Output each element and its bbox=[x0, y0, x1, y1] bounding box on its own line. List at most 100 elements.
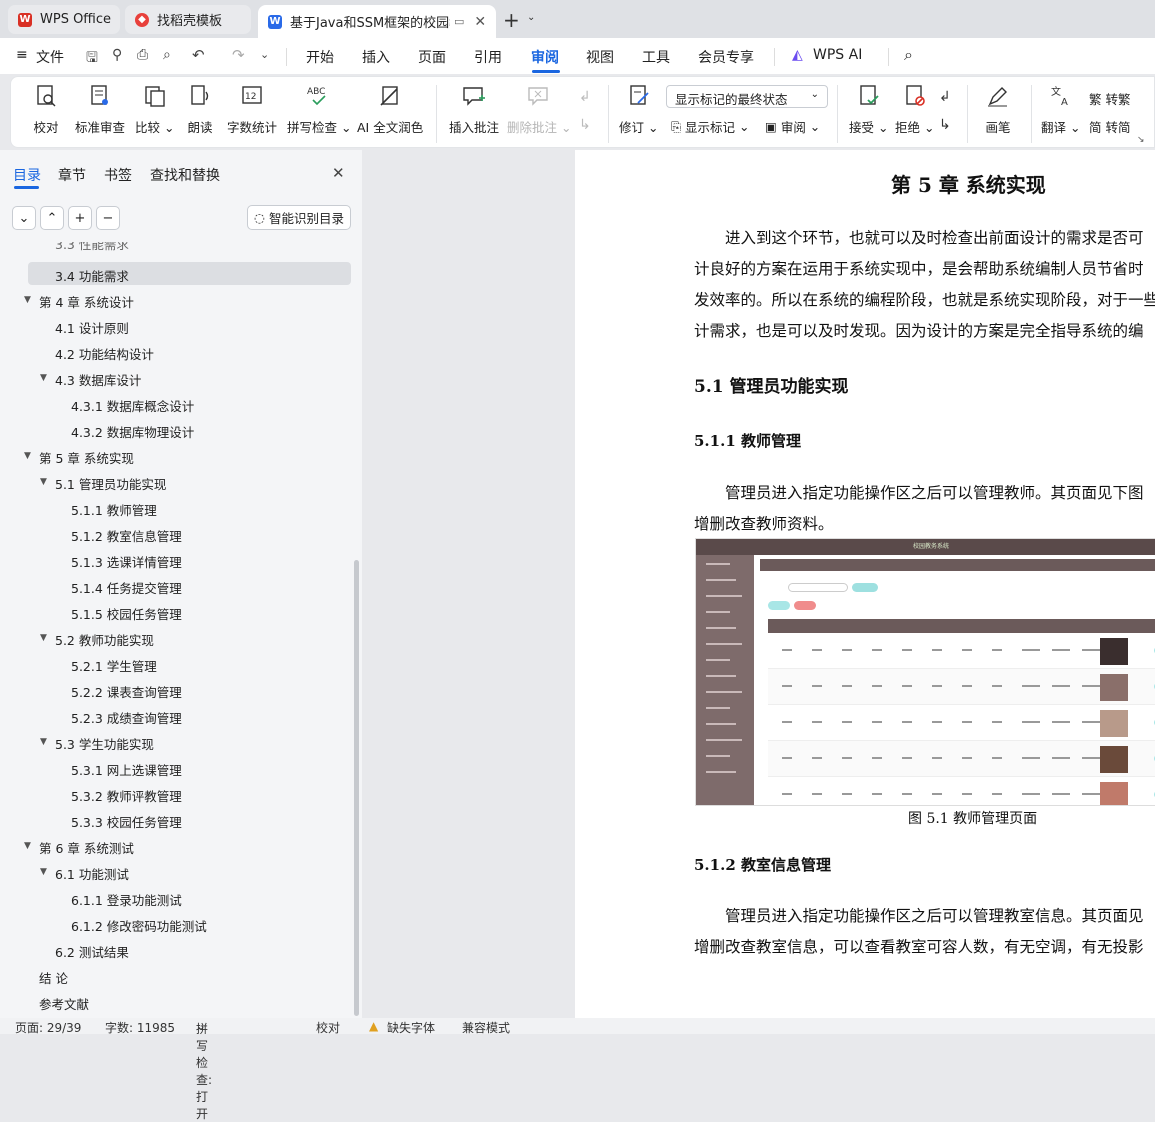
toc-item[interactable]: 6.1 功能测试 bbox=[55, 864, 129, 883]
toc-item[interactable]: 结 论 bbox=[39, 968, 68, 987]
track-changes-button[interactable]: 修订 ⌄ bbox=[619, 83, 658, 136]
collapse-caret-icon[interactable]: ▼ bbox=[24, 841, 31, 851]
remove-heading-button[interactable]: − bbox=[96, 206, 120, 230]
collapse-caret-icon[interactable]: ▼ bbox=[40, 373, 47, 383]
close-panel-icon[interactable]: ✕ bbox=[332, 164, 345, 182]
toc-scrollbar[interactable] bbox=[354, 560, 359, 1016]
proofread-status[interactable]: 校对 bbox=[316, 1019, 340, 1036]
ai-polish-button[interactable]: AI 全文润色 bbox=[357, 83, 423, 136]
next-change-icon[interactable]: ↳ bbox=[939, 117, 951, 133]
toc-item[interactable]: 3.3 性能需求 bbox=[55, 242, 129, 253]
toc-item[interactable]: 5.2.2 课表查询管理 bbox=[71, 682, 182, 701]
toc-item[interactable]: 6.1.2 修改密码功能测试 bbox=[71, 916, 207, 935]
spell-check-button[interactable]: ABC 拼写检查 ⌄ bbox=[287, 83, 351, 136]
toc-item[interactable]: 5.2 教师功能实现 bbox=[55, 630, 154, 649]
reject-button[interactable]: 拒绝 ⌄ bbox=[895, 83, 934, 136]
monitor-icon[interactable]: ▭ bbox=[454, 15, 464, 28]
menu-page[interactable]: 页面 bbox=[418, 47, 446, 67]
collapse-all-button[interactable]: ⌄ bbox=[12, 206, 36, 230]
more-chevron-icon[interactable]: ⌄ bbox=[260, 48, 269, 61]
accept-button[interactable]: 接受 ⌄ bbox=[849, 83, 888, 136]
panel-tab-bookmarks[interactable]: 书签 bbox=[104, 165, 132, 185]
tab-current-document[interactable]: W 基于Java和SSM框架的校园教 ▭ ✕ bbox=[258, 5, 496, 38]
menu-references[interactable]: 引用 bbox=[474, 47, 502, 67]
collapse-caret-icon[interactable]: ▼ bbox=[40, 867, 47, 877]
new-tab-icon[interactable]: + bbox=[503, 8, 520, 32]
panel-tab-find-replace[interactable]: 查找和替换 bbox=[150, 165, 220, 185]
toc-item[interactable]: 5.1.2 教室信息管理 bbox=[71, 526, 182, 545]
toc-item[interactable]: 4.2 功能结构设计 bbox=[55, 344, 154, 363]
missing-font-indicator[interactable]: 缺失字体 bbox=[387, 1019, 435, 1036]
expand-ribbon-icon[interactable]: ↘ bbox=[1137, 135, 1145, 145]
panel-tab-chapters[interactable]: 章节 bbox=[58, 165, 86, 185]
tab-wps-office[interactable]: W WPS Office bbox=[8, 5, 120, 34]
markup-state-select[interactable]: 显示标记的最终状态 ⌄ bbox=[666, 85, 828, 108]
menu-tools[interactable]: 工具 bbox=[642, 47, 670, 67]
print-icon[interactable]: ⎙ bbox=[137, 47, 148, 63]
spell-check-toggle[interactable]: 拼写检查: 打开 ⌄ bbox=[196, 1019, 212, 1121]
redo-icon[interactable]: ↷ bbox=[232, 46, 245, 64]
toc-item[interactable]: 5.2.3 成绩查询管理 bbox=[71, 708, 182, 727]
tab-docer-templates[interactable]: ◆ 找稻壳模板 bbox=[125, 5, 251, 34]
next-comment-icon[interactable]: ↳ bbox=[579, 117, 591, 133]
toc-item[interactable]: 6.2 测试结果 bbox=[55, 942, 129, 961]
menu-home[interactable]: 开始 bbox=[306, 47, 334, 67]
toc-item[interactable]: 第 4 章 系统设计 bbox=[39, 292, 134, 311]
toc-item[interactable]: 4.1 设计原则 bbox=[55, 318, 129, 337]
toc-item[interactable]: 5.1 管理员功能实现 bbox=[55, 474, 166, 493]
review-pane-button[interactable]: ▣ 审阅 ⌄ bbox=[765, 117, 820, 136]
add-heading-button[interactable]: + bbox=[68, 206, 92, 230]
print-preview-icon[interactable]: ⌕ bbox=[163, 47, 171, 63]
toc-item[interactable]: 参考文献 bbox=[39, 994, 89, 1013]
hamburger-icon[interactable]: ≡ bbox=[16, 47, 28, 63]
to-simplified-button[interactable]: 简 转简 bbox=[1089, 117, 1131, 136]
collapse-caret-icon[interactable]: ▼ bbox=[40, 477, 47, 487]
proofread-button[interactable]: 校对 bbox=[33, 83, 59, 136]
delete-comment-button[interactable]: 删除批注 ⌄ bbox=[507, 83, 571, 136]
chevron-down-icon[interactable]: ⌄ bbox=[527, 12, 535, 23]
compare-button[interactable]: 比较 ⌄ bbox=[135, 83, 174, 136]
toc-item[interactable]: 5.2.1 学生管理 bbox=[71, 656, 157, 675]
smart-toc-button[interactable]: ◌ 智能识别目录 bbox=[247, 205, 351, 230]
close-tab-icon[interactable]: ✕ bbox=[474, 14, 486, 30]
toc-item[interactable]: 5.1.1 教师管理 bbox=[71, 500, 157, 519]
toc-item[interactable]: 5.1.4 任务提交管理 bbox=[71, 578, 182, 597]
pen-button[interactable]: 画笔 bbox=[985, 83, 1011, 136]
toc-item[interactable]: 5.1.3 选课详情管理 bbox=[71, 552, 182, 571]
previous-comment-icon[interactable]: ↲ bbox=[579, 89, 591, 105]
toc-item[interactable]: 5.3 学生功能实现 bbox=[55, 734, 154, 753]
undo-icon[interactable]: ↶ bbox=[192, 46, 205, 64]
toc-item[interactable]: 4.3 数据库设计 bbox=[55, 370, 141, 389]
toc-item[interactable]: 第 5 章 系统实现 bbox=[39, 448, 134, 467]
translate-button[interactable]: 文A 翻译 ⌄ bbox=[1041, 83, 1080, 136]
search-icon[interactable]: ⌕ bbox=[904, 45, 913, 65]
menu-member[interactable]: 会员专享 bbox=[698, 47, 754, 67]
page-indicator[interactable]: 页面: 29/39 bbox=[15, 1019, 81, 1036]
collapse-caret-icon[interactable]: ▼ bbox=[40, 737, 47, 747]
word-count-button[interactable]: 12 字数统计 bbox=[227, 83, 277, 136]
menu-review[interactable]: 审阅 bbox=[531, 47, 559, 67]
previous-change-icon[interactable]: ↲ bbox=[939, 89, 951, 105]
toc-item[interactable]: 第 6 章 系统测试 bbox=[39, 838, 134, 857]
toc-item[interactable]: 4.3.1 数据库概念设计 bbox=[71, 396, 194, 415]
toc-item[interactable]: 6.1.1 登录功能测试 bbox=[71, 890, 182, 909]
menu-view[interactable]: 视图 bbox=[586, 47, 614, 67]
toc-item[interactable]: 5.3.3 校园任务管理 bbox=[71, 812, 182, 831]
save-icon[interactable]: 🖫 bbox=[86, 47, 98, 71]
menu-insert[interactable]: 插入 bbox=[362, 47, 390, 67]
collapse-caret-icon[interactable]: ▼ bbox=[24, 295, 31, 305]
toc-item[interactable]: 4.3.2 数据库物理设计 bbox=[71, 422, 194, 441]
to-traditional-button[interactable]: 繁 转繁 bbox=[1089, 89, 1131, 108]
expand-up-button[interactable]: ⌃ bbox=[40, 206, 64, 230]
collapse-caret-icon[interactable]: ▼ bbox=[24, 451, 31, 461]
show-markup-button[interactable]: ⎘ 显示标记 ⌄ bbox=[671, 117, 749, 136]
share-icon[interactable]: ⚲ bbox=[112, 47, 122, 63]
word-count-indicator[interactable]: 字数: 11985 bbox=[105, 1019, 175, 1036]
panel-tab-toc[interactable]: 目录 bbox=[13, 165, 41, 185]
document-page[interactable]: 第 5 章 系统实现 进入到这个环节，也就可以及时检查出前面设计的需求是否可 计… bbox=[575, 150, 1155, 1018]
menu-file[interactable]: 文件 bbox=[36, 47, 64, 67]
insert-comment-button[interactable]: 插入批注 bbox=[449, 83, 499, 136]
read-aloud-button[interactable]: 朗读 bbox=[187, 83, 213, 136]
menu-wps-ai[interactable]: WPS AI bbox=[813, 47, 862, 63]
toc-item[interactable]: 5.3.2 教师评教管理 bbox=[71, 786, 182, 805]
